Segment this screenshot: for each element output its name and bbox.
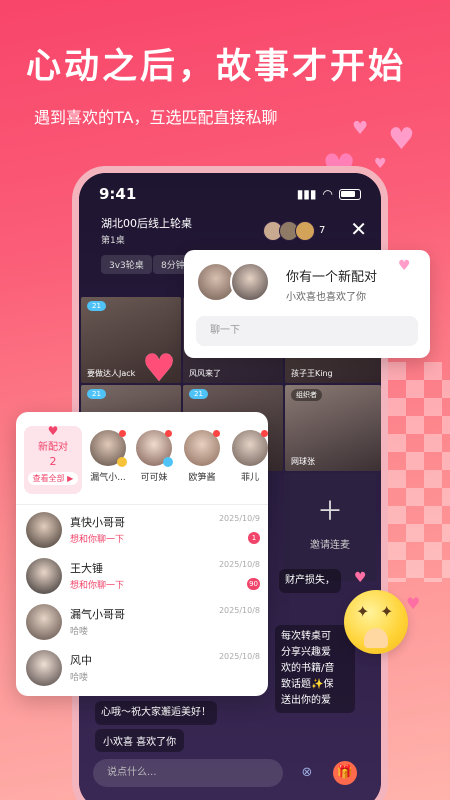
signal-icon: ▮▮▮ [296, 187, 317, 201]
star-icon: ✦ [356, 602, 370, 621]
reply-input[interactable]: 聊一下 [196, 316, 418, 346]
avatar [184, 430, 220, 466]
match-card[interactable]: 你有一个新配对 小欢喜也喜欢了你 ♥ 聊一下 [184, 250, 430, 358]
online-dot [119, 430, 126, 437]
avatar [26, 512, 62, 548]
cell-label: 孩子王King [291, 369, 333, 378]
story-name: 欧笋酱 [188, 473, 216, 483]
status-icons: ▮▮▮ ◠ [297, 187, 361, 201]
viewer-avatars[interactable] [263, 221, 315, 241]
story-item[interactable]: 漏气小... [86, 430, 130, 483]
conversation-row[interactable]: 漏气小哥哥 哈喽 2025/10/8 [16, 600, 268, 648]
heart-icon: ♥ [388, 122, 415, 157]
story-name: 漏气小... [90, 473, 126, 483]
gift-icon[interactable]: 🎁 [333, 761, 357, 785]
new-match-count: 2 [49, 455, 57, 468]
story-name: 菲儿 [240, 473, 259, 483]
conversation-row[interactable]: 真快小哥哥 想和你聊一下 2025/10/9 1 [16, 508, 268, 556]
chat-input[interactable]: 说点什么... [93, 759, 283, 787]
room-sub: 第1桌 [101, 236, 125, 246]
video-cell[interactable]: 组织者 网球张 [285, 385, 381, 471]
story-name: 可可妹 [140, 473, 168, 483]
avatar [26, 604, 62, 640]
new-match-label: 新配对 [38, 442, 68, 453]
conversation-date: 2025/10/8 [218, 652, 260, 661]
age-badge: 21 [189, 389, 208, 399]
message-panel: ♥ 新配对 2 查看全部 ▶ 漏气小... 可可妹 欧笋酱 菲儿 真快小哥哥 想… [16, 412, 268, 696]
conversation-row[interactable]: 王大锤 想和你聊一下 2025/10/8 90 [16, 554, 268, 602]
status-time: 9:41 [99, 185, 137, 203]
heart-icon: ♥ [47, 424, 59, 438]
hero-subline: 遇到喜欢的TA，互选匹配直接私聊 [34, 108, 278, 127]
story-item[interactable]: 菲儿 [228, 430, 268, 483]
conversation-date: 2025/10/8 [218, 560, 260, 569]
unread-badge: 90 [247, 578, 260, 590]
conversation-message: 哈喽 [70, 673, 89, 683]
viewer-count: 7 [319, 225, 326, 236]
avatar [26, 558, 62, 594]
conversation-message: 想和你聊一下 [70, 535, 125, 545]
heart-icon: ♥ [352, 118, 369, 139]
conversation-name: 漏气小哥哥 [70, 608, 125, 621]
conversation-message: 想和你聊一下 [70, 581, 125, 591]
heart-icon: ♥ [354, 570, 367, 586]
invite-label: 邀请连麦 [310, 540, 350, 551]
avatar [136, 430, 173, 467]
age-badge: 21 [87, 389, 106, 399]
role-badge: 组织者 [291, 389, 322, 401]
hero-headline: 心动之后，故事才开始 [26, 47, 407, 87]
wifi-icon: ◠ [322, 187, 333, 201]
heart-icon: ♥ [142, 346, 177, 390]
like-notice: 小欢喜 喜欢了你 [95, 729, 185, 752]
conversation-name: 王大锤 [70, 562, 103, 575]
avatar [230, 262, 270, 302]
heart-icon: ♥ [374, 156, 387, 172]
online-dot [261, 430, 268, 437]
hands-icon [364, 628, 388, 648]
conversation-name: 真快小哥哥 [70, 516, 125, 529]
online-dot [213, 430, 220, 437]
link-icon[interactable]: ⊗ [295, 761, 319, 785]
heart-icon: ♥ [406, 594, 421, 613]
conversation-message: 哈喽 [70, 627, 89, 637]
cell-label: 要做达人Jack [87, 369, 136, 378]
heart-icon: ♥ [398, 258, 411, 274]
conversation-row[interactable]: 风中 哈喽 2025/10/8 [16, 646, 268, 694]
story-item[interactable]: 欧笋酱 [180, 430, 224, 483]
age-badge: 21 [87, 301, 106, 311]
story-item[interactable]: 可可妹 [132, 430, 176, 483]
avatar [295, 221, 315, 241]
avatar [232, 430, 268, 466]
conversation-name: 风中 [70, 654, 92, 667]
plus-icon: ＋ [316, 497, 343, 527]
verified-icon [117, 457, 127, 467]
room-title: 湖北00后线上轮桌 [101, 217, 192, 230]
star-icon: ✦ [380, 602, 394, 621]
avatar [26, 650, 62, 686]
unread-badge: 1 [248, 532, 260, 544]
match-title: 你有一个新配对 [286, 270, 378, 285]
conversation-date: 2025/10/9 [218, 514, 260, 523]
chat-message: 心哦～祝大家邂逅美好！ [95, 701, 217, 725]
avatar [90, 430, 127, 467]
conversation-date: 2025/10/8 [218, 606, 260, 615]
starstruck-emoji-icon: ✦ ✦ [344, 590, 408, 654]
chip-rotation: 3v3轮桌 [101, 255, 152, 274]
close-icon[interactable]: ✕ [350, 217, 367, 241]
divider [16, 504, 268, 505]
match-subtitle: 小欢喜也喜欢了你 [286, 292, 366, 303]
cell-label: 网球张 [291, 457, 315, 466]
online-dot [165, 430, 172, 437]
cell-label: 风风来了 [189, 369, 221, 378]
battery-icon [339, 188, 361, 200]
invite-button[interactable]: ＋ 邀请连麦 [284, 473, 376, 581]
new-match-tile[interactable]: ♥ 新配对 2 查看全部 ▶ [24, 424, 82, 494]
chat-message: 每次转桌可 分享兴趣爱 欢的书籍/音 致话题✨保 送出你的爱 [275, 625, 355, 713]
chat-message: 财产损失， [279, 569, 341, 593]
view-all-button[interactable]: 查看全部 ▶ [28, 472, 78, 485]
verified-icon [163, 457, 173, 467]
